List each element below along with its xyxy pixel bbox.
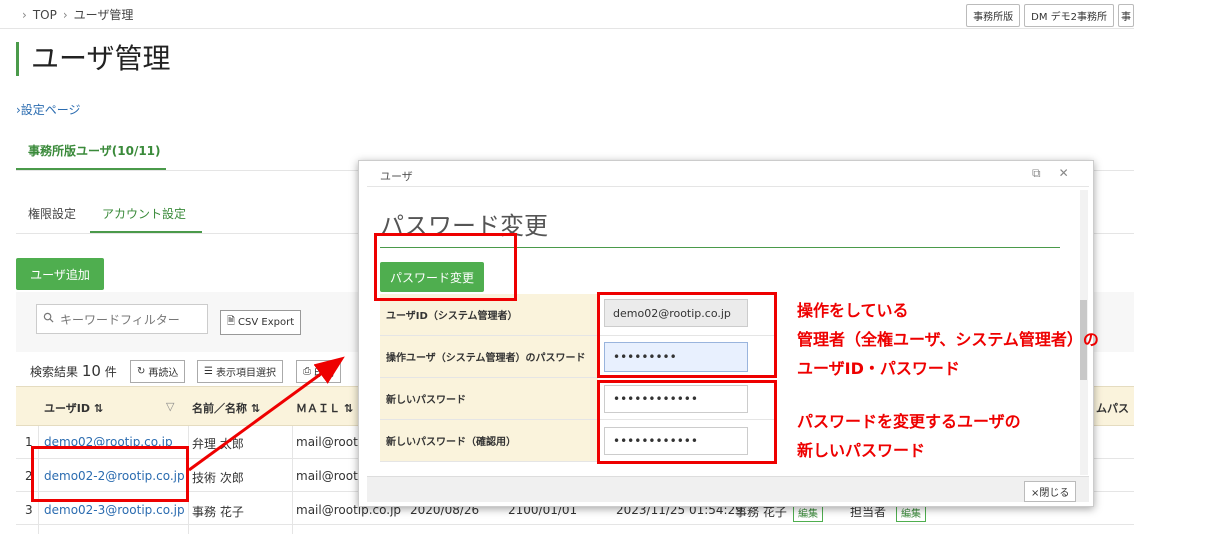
annotation-line: 新しいパスワード: [797, 441, 926, 460]
annotation-arrow: [188, 356, 345, 472]
annotation-line: パスワードを変更するユーザの: [797, 412, 1021, 431]
annotation-line: 管理者（全権ユーザ、システム管理者）の: [797, 330, 1099, 349]
annotation-line: ユーザID・パスワード: [797, 359, 960, 378]
annotation-line: 操作をしている: [797, 301, 909, 320]
